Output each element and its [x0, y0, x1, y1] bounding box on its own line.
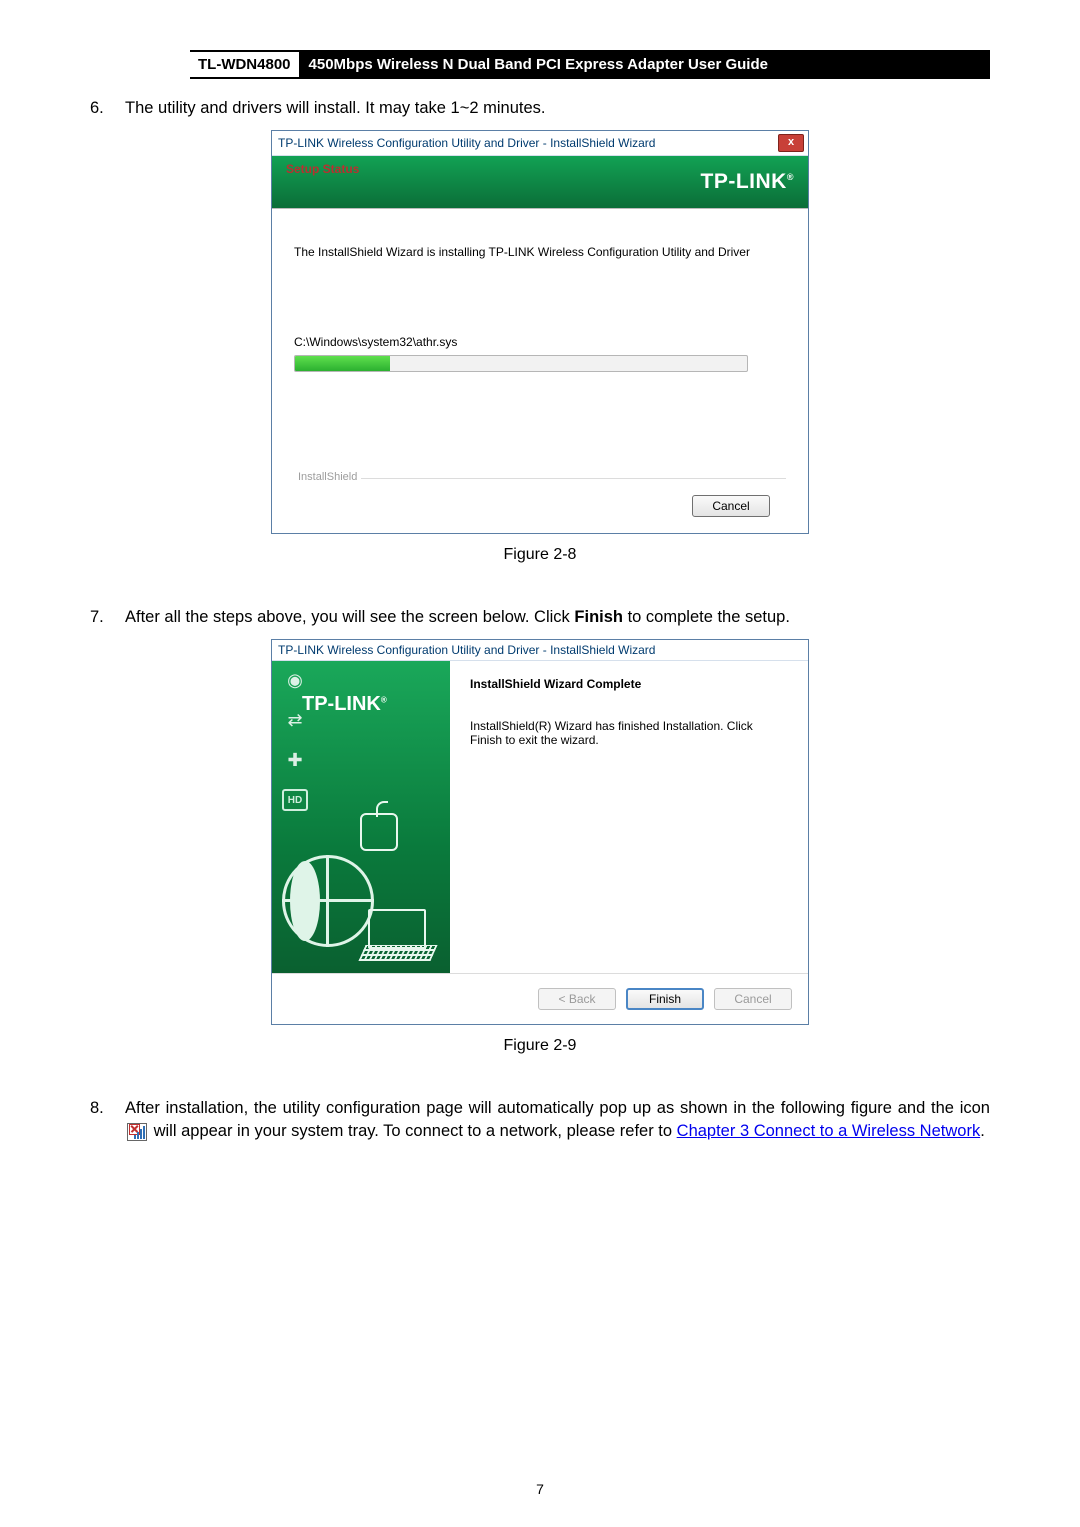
installshield-label: InstallShield: [294, 471, 361, 483]
figure-2-8-caption: Figure 2-8: [90, 546, 990, 564]
hd-icon: HD: [282, 787, 308, 813]
dialog-banner: Setup Status TP-LINK®: [272, 156, 808, 209]
step-7-text: After all the steps above, you will see …: [125, 606, 990, 629]
dialog-footer: InstallShield Cancel: [294, 478, 786, 533]
dialog2-main: ◉ ⇄ ✚ HD TP-LINK® In: [272, 661, 808, 973]
page: TL-WDN4800 450Mbps Wireless N Dual Band …: [0, 0, 1080, 1527]
close-icon[interactable]: x: [778, 134, 804, 152]
dialog2-title-text: TP-LINK Wireless Configuration Utility a…: [272, 640, 808, 661]
doc-header: TL-WDN4800 450Mbps Wireless N Dual Band …: [190, 50, 990, 79]
disc-icon: ◉: [282, 667, 308, 693]
dialog2-footer: < Back Finish Cancel: [272, 973, 808, 1024]
progress-bar: [294, 355, 748, 372]
step-6-number: 6.: [90, 97, 125, 120]
mouse-icon: [360, 813, 398, 851]
chapter-3-link[interactable]: Chapter 3 Connect to a Wireless Network: [677, 1122, 981, 1140]
side-icons: ◉ ⇄ ✚ HD: [282, 667, 308, 827]
setup-status-label: Setup Status: [286, 162, 359, 176]
step-7: 7. After all the steps above, you will s…: [90, 606, 990, 629]
globe-icon: [282, 855, 374, 947]
step-6-text: The utility and drivers will install. It…: [125, 97, 990, 120]
install-progress-dialog: TP-LINK Wireless Configuration Utility a…: [271, 130, 809, 534]
finish-button[interactable]: Finish: [626, 988, 704, 1010]
step-7-number: 7.: [90, 606, 125, 629]
progress-bar-fill: [295, 356, 390, 371]
tplink-logo-side: TP-LINK®: [302, 693, 387, 716]
page-number: 7: [0, 1481, 1080, 1497]
tray-icon: [127, 1123, 147, 1141]
step-8-number: 8.: [90, 1097, 125, 1143]
back-button: < Back: [538, 988, 616, 1010]
complete-heading: InstallShield Wizard Complete: [470, 677, 788, 691]
doc-model: TL-WDN4800: [190, 52, 299, 77]
figure-2-9-caption: Figure 2-9: [90, 1037, 990, 1055]
dialog2-right: InstallShield Wizard Complete InstallShi…: [450, 661, 808, 973]
doc-title: 450Mbps Wireless N Dual Band PCI Express…: [299, 52, 990, 77]
laptop-icon: [362, 909, 434, 961]
install-path-text: C:\Windows\system32\athr.sys: [294, 335, 786, 349]
cancel-button-2: Cancel: [714, 988, 792, 1010]
plus-shield-icon: ✚: [282, 747, 308, 773]
install-status-text: The InstallShield Wizard is installing T…: [294, 245, 786, 259]
dialog-body: The InstallShield Wizard is installing T…: [272, 209, 808, 533]
dialog-titlebar: TP-LINK Wireless Configuration Utility a…: [272, 131, 808, 156]
complete-body-text: InstallShield(R) Wizard has finished Ins…: [470, 719, 788, 747]
install-complete-dialog: TP-LINK Wireless Configuration Utility a…: [271, 639, 809, 1025]
dialog-title-text: TP-LINK Wireless Configuration Utility a…: [278, 136, 778, 150]
step-6: 6. The utility and drivers will install.…: [90, 97, 990, 120]
dialog2-side-graphic: ◉ ⇄ ✚ HD TP-LINK®: [272, 661, 450, 973]
step-8: 8. After installation, the utility confi…: [90, 1097, 990, 1143]
step-8-text: After installation, the utility configur…: [125, 1097, 990, 1143]
cancel-button[interactable]: Cancel: [692, 495, 770, 517]
tplink-logo: TP-LINK®: [701, 170, 794, 194]
